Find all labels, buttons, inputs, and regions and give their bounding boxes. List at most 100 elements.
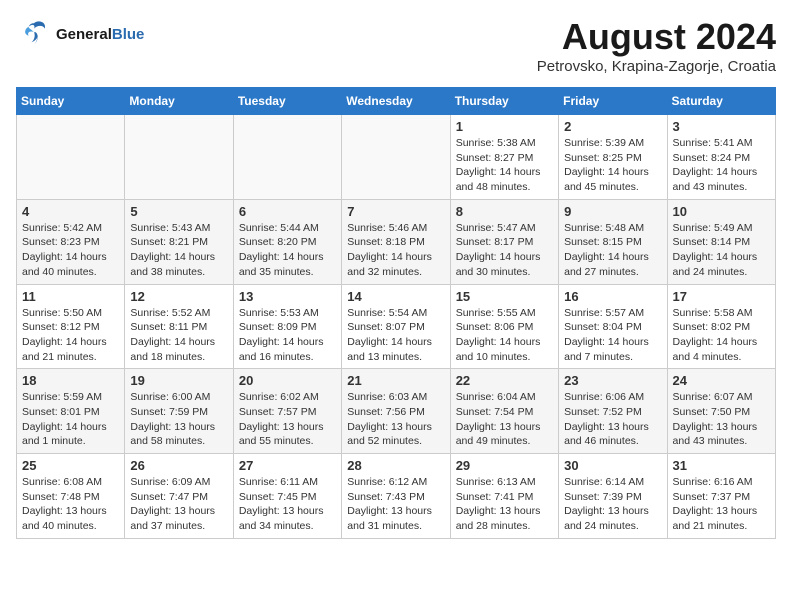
day-number: 12 — [130, 289, 227, 304]
calendar-cell: 21 Sunrise: 6:03 AMSunset: 7:56 PMDayligh… — [342, 369, 450, 454]
weekday-header-saturday: Saturday — [667, 88, 775, 115]
day-number: 24 — [673, 373, 770, 388]
day-info: Sunrise: 5:58 AMSunset: 8:02 PMDaylight:… — [673, 306, 770, 365]
day-info: Sunrise: 5:43 AMSunset: 8:21 PMDaylight:… — [130, 221, 227, 280]
calendar-cell: 7 Sunrise: 5:46 AMSunset: 8:18 PMDaylight… — [342, 199, 450, 284]
calendar-cell: 26 Sunrise: 6:09 AMSunset: 7:47 PMDayligh… — [125, 454, 233, 539]
calendar-cell: 5 Sunrise: 5:43 AMSunset: 8:21 PMDaylight… — [125, 199, 233, 284]
day-info: Sunrise: 6:13 AMSunset: 7:41 PMDaylight:… — [456, 475, 553, 534]
day-info: Sunrise: 5:41 AMSunset: 8:24 PMDaylight:… — [673, 136, 770, 195]
day-number: 11 — [22, 289, 119, 304]
day-info: Sunrise: 6:00 AMSunset: 7:59 PMDaylight:… — [130, 390, 227, 449]
day-info: Sunrise: 6:12 AMSunset: 7:43 PMDaylight:… — [347, 475, 444, 534]
day-info: Sunrise: 6:16 AMSunset: 7:37 PMDaylight:… — [673, 475, 770, 534]
calendar-cell: 10 Sunrise: 5:49 AMSunset: 8:14 PMDayligh… — [667, 199, 775, 284]
day-number: 7 — [347, 204, 444, 219]
calendar-cell: 13 Sunrise: 5:53 AMSunset: 8:09 PMDayligh… — [233, 284, 341, 369]
day-info: Sunrise: 6:08 AMSunset: 7:48 PMDaylight:… — [22, 475, 119, 534]
weekday-header-monday: Monday — [125, 88, 233, 115]
day-number: 6 — [239, 204, 336, 219]
day-info: Sunrise: 5:44 AMSunset: 8:20 PMDaylight:… — [239, 221, 336, 280]
day-number: 19 — [130, 373, 227, 388]
day-info: Sunrise: 5:42 AMSunset: 8:23 PMDaylight:… — [22, 221, 119, 280]
day-number: 5 — [130, 204, 227, 219]
day-number: 30 — [564, 458, 661, 473]
day-number: 22 — [456, 373, 553, 388]
day-number: 26 — [130, 458, 227, 473]
page-header: GeneralBlue August 2024 Petrovsko, Krapi… — [16, 16, 776, 75]
day-info: Sunrise: 5:52 AMSunset: 8:11 PMDaylight:… — [130, 306, 227, 365]
calendar-cell: 30 Sunrise: 6:14 AMSunset: 7:39 PMDayligh… — [559, 454, 667, 539]
week-row-4: 18Sunrise: 5:59 AMSunset: 8:01 PMDayligh… — [17, 369, 776, 454]
day-info: Sunrise: 5:55 AMSunset: 8:06 PMDaylight:… — [456, 306, 553, 365]
calendar-table: SundayMondayTuesdayWednesdayThursdayFrid… — [16, 87, 776, 539]
day-number: 2 — [564, 119, 661, 134]
day-info: Sunrise: 6:04 AMSunset: 7:54 PMDaylight:… — [456, 390, 553, 449]
day-info: Sunrise: 5:59 AMSunset: 8:01 PMDaylight:… — [22, 390, 119, 449]
calendar-cell — [125, 115, 233, 200]
day-number: 20 — [239, 373, 336, 388]
calendar-cell: 12 Sunrise: 5:52 AMSunset: 8:11 PMDayligh… — [125, 284, 233, 369]
day-number: 23 — [564, 373, 661, 388]
calendar-cell: 24 Sunrise: 6:07 AMSunset: 7:50 PMDayligh… — [667, 369, 775, 454]
day-number: 29 — [456, 458, 553, 473]
calendar-cell: 17 Sunrise: 5:58 AMSunset: 8:02 PMDayligh… — [667, 284, 775, 369]
day-info: Sunrise: 5:38 AMSunset: 8:27 PMDaylight:… — [456, 136, 553, 195]
calendar-cell: 15 Sunrise: 5:55 AMSunset: 8:06 PMDayligh… — [450, 284, 558, 369]
calendar-cell: 2 Sunrise: 5:39 AMSunset: 8:25 PMDaylight… — [559, 115, 667, 200]
day-info: Sunrise: 5:50 AMSunset: 8:12 PMDaylight:… — [22, 306, 119, 365]
title-area: August 2024 Petrovsko, Krapina-Zagorje, … — [537, 16, 776, 75]
logo-icon — [16, 16, 52, 52]
calendar-cell: 8 Sunrise: 5:47 AMSunset: 8:17 PMDaylight… — [450, 199, 558, 284]
calendar-cell: 14 Sunrise: 5:54 AMSunset: 8:07 PMDayligh… — [342, 284, 450, 369]
day-info: Sunrise: 5:46 AMSunset: 8:18 PMDaylight:… — [347, 221, 444, 280]
day-info: Sunrise: 5:54 AMSunset: 8:07 PMDaylight:… — [347, 306, 444, 365]
day-info: Sunrise: 5:39 AMSunset: 8:25 PMDaylight:… — [564, 136, 661, 195]
day-info: Sunrise: 6:03 AMSunset: 7:56 PMDaylight:… — [347, 390, 444, 449]
week-row-2: 4 Sunrise: 5:42 AMSunset: 8:23 PMDaylight… — [17, 199, 776, 284]
day-number: 1 — [456, 119, 553, 134]
logo: GeneralBlue — [16, 16, 144, 52]
day-info: Sunrise: 5:53 AMSunset: 8:09 PMDaylight:… — [239, 306, 336, 365]
calendar-cell: 1 Sunrise: 5:38 AMSunset: 8:27 PMDaylight… — [450, 115, 558, 200]
day-info: Sunrise: 6:07 AMSunset: 7:50 PMDaylight:… — [673, 390, 770, 449]
calendar-cell: 4 Sunrise: 5:42 AMSunset: 8:23 PMDaylight… — [17, 199, 125, 284]
calendar-cell: 28 Sunrise: 6:12 AMSunset: 7:43 PMDayligh… — [342, 454, 450, 539]
day-info: Sunrise: 5:48 AMSunset: 8:15 PMDaylight:… — [564, 221, 661, 280]
day-number: 17 — [673, 289, 770, 304]
weekday-header-row: SundayMondayTuesdayWednesdayThursdayFrid… — [17, 88, 776, 115]
day-info: Sunrise: 6:14 AMSunset: 7:39 PMDaylight:… — [564, 475, 661, 534]
calendar-cell: 6 Sunrise: 5:44 AMSunset: 8:20 PMDaylight… — [233, 199, 341, 284]
day-number: 14 — [347, 289, 444, 304]
day-number: 28 — [347, 458, 444, 473]
calendar-cell — [17, 115, 125, 200]
calendar-cell: 22 Sunrise: 6:04 AMSunset: 7:54 PMDayligh… — [450, 369, 558, 454]
day-number: 16 — [564, 289, 661, 304]
day-number: 21 — [347, 373, 444, 388]
day-info: Sunrise: 5:49 AMSunset: 8:14 PMDaylight:… — [673, 221, 770, 280]
calendar-cell: 9Sunrise: 5:48 AMSunset: 8:15 PMDaylight… — [559, 199, 667, 284]
calendar-cell: 18Sunrise: 5:59 AMSunset: 8:01 PMDayligh… — [17, 369, 125, 454]
week-row-1: 1 Sunrise: 5:38 AMSunset: 8:27 PMDaylight… — [17, 115, 776, 200]
day-number: 10 — [673, 204, 770, 219]
weekday-header-tuesday: Tuesday — [233, 88, 341, 115]
day-number: 13 — [239, 289, 336, 304]
calendar-cell: 29 Sunrise: 6:13 AMSunset: 7:41 PMDayligh… — [450, 454, 558, 539]
calendar-cell: 19 Sunrise: 6:00 AMSunset: 7:59 PMDayligh… — [125, 369, 233, 454]
calendar-cell — [233, 115, 341, 200]
logo-text: GeneralBlue — [56, 26, 144, 43]
day-info: Sunrise: 6:06 AMSunset: 7:52 PMDaylight:… — [564, 390, 661, 449]
day-number: 8 — [456, 204, 553, 219]
day-number: 4 — [22, 204, 119, 219]
day-number: 15 — [456, 289, 553, 304]
calendar-cell: 31Sunrise: 6:16 AMSunset: 7:37 PMDayligh… — [667, 454, 775, 539]
day-info: Sunrise: 5:47 AMSunset: 8:17 PMDaylight:… — [456, 221, 553, 280]
day-info: Sunrise: 5:57 AMSunset: 8:04 PMDaylight:… — [564, 306, 661, 365]
day-info: Sunrise: 6:09 AMSunset: 7:47 PMDaylight:… — [130, 475, 227, 534]
day-number: 25 — [22, 458, 119, 473]
day-number: 3 — [673, 119, 770, 134]
week-row-5: 25 Sunrise: 6:08 AMSunset: 7:48 PMDayligh… — [17, 454, 776, 539]
calendar-cell: 20Sunrise: 6:02 AMSunset: 7:57 PMDayligh… — [233, 369, 341, 454]
calendar-cell: 27Sunrise: 6:11 AMSunset: 7:45 PMDayligh… — [233, 454, 341, 539]
weekday-header-wednesday: Wednesday — [342, 88, 450, 115]
